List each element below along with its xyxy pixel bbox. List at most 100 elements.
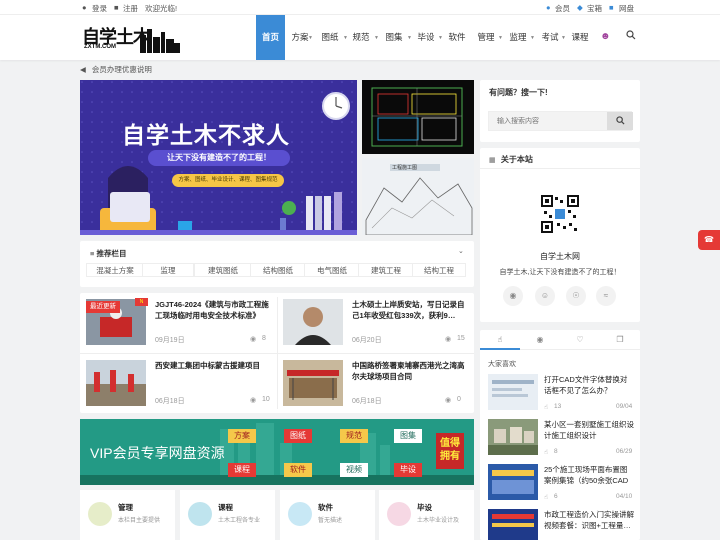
chevron-down-icon[interactable]: ⌄ (458, 247, 464, 255)
vip-banner[interactable]: VIP会员专享网盘资源 方案 图纸 规范 图集 课程 软件 视频 毕设 值得拥有 (80, 419, 474, 485)
tab-copy-icon[interactable]: ❐ (600, 330, 640, 350)
tag-electrical-drawings[interactable]: 电气图纸 (304, 263, 360, 277)
feature-desc: 土木毕业设计及 (417, 518, 460, 524)
list-item-date: 06/29 (616, 448, 633, 455)
post-title[interactable]: JGJT46-2024《建筑与市政工程施工现场临时用电安全技术标准》 (155, 299, 271, 321)
nav-item-specs[interactable]: 规范 (350, 15, 372, 60)
welcome-text: 欢迎光临! (145, 4, 178, 13)
view-count: 0 (457, 396, 461, 403)
top-bar: ● 登录 ■ 注册 欢迎光临! ● 会员 ◆ 宝箱 ■ 网盘 (0, 0, 720, 15)
nav-item-home[interactable]: 首页 (256, 15, 285, 60)
speaker-icon: ◀ (80, 65, 86, 74)
vip-chip-plans[interactable]: 方案 (228, 429, 256, 443)
nav-item-atlas[interactable]: 图集 (383, 15, 405, 60)
netdisk-link[interactable]: 网盘 (619, 3, 634, 14)
divider (80, 353, 474, 354)
feature-card-thesis[interactable]: 毕设 土木毕业设计及 (379, 490, 474, 540)
search-widget: 有问题？搜一下! (480, 80, 640, 142)
vip-chip-atlas[interactable]: 图集 (394, 429, 422, 443)
feature-title: 软件 (318, 503, 333, 512)
feature-title: 管理 (118, 503, 133, 512)
post-title[interactable]: 土木硕士上岸质安站，写日记录自己1年收受红包339次，获利9… (352, 299, 468, 321)
tab-thumbs-up-icon[interactable]: ☝ (480, 330, 520, 350)
wechat-icon[interactable]: ◉ (503, 286, 523, 306)
site-logo[interactable]: 自学土木 ZXTM.COM (82, 23, 180, 53)
weibo-icon[interactable]: ☉ (566, 286, 586, 306)
view-count: 8 (262, 335, 266, 342)
construction-sketch-thumbnail[interactable]: 工程施工图 (362, 158, 474, 235)
nav-item-courses[interactable]: 课程 (569, 15, 591, 60)
eye-icon: ◉ (445, 336, 452, 343)
notice-bar[interactable]: ◀ 会员办理优惠说明 (80, 64, 152, 75)
vip-chip-specs[interactable]: 规范 (340, 429, 368, 443)
banner-headline: 自学土木不求人 (122, 122, 290, 148)
vip-chip-software[interactable]: 软件 (284, 463, 312, 477)
rss-icon[interactable]: ≈ (596, 286, 616, 306)
popular-tabs: ☝ ◉ ♡ ❐ (480, 330, 640, 350)
vip-chip-thesis[interactable]: 毕设 (394, 463, 422, 477)
logo-subtext: ZXTM.COM (84, 44, 116, 50)
float-contact-button[interactable]: ☎ (698, 230, 720, 250)
post-thumbnail (283, 360, 343, 406)
nav-item-exam[interactable]: 考试 (539, 15, 561, 60)
notice-text[interactable]: 会员办理优惠说明 (92, 65, 152, 74)
feature-circle-icon (188, 502, 212, 526)
eye-icon: ◉ (250, 397, 257, 404)
about-widget: ▦ 关于本站 自学土木网 自学土木,让天下没有建造不了的工程！ ◉ ☺ ☉ ≈ (480, 148, 640, 322)
vip-chip-video[interactable]: 视频 (340, 463, 368, 477)
hero-banner[interactable]: 自学土木不求人 让天下没有建造不了的工程！ 方案、图纸、毕业设计、课程、图集规范 (80, 80, 357, 235)
feature-card-courses[interactable]: 课程 土木工程各专业 (180, 490, 275, 540)
feature-card-software[interactable]: 软件 暂无描述 (280, 490, 375, 540)
tag-building-engineering[interactable]: 建筑工程 (358, 263, 414, 277)
list-item-title[interactable]: 25个施工现场平面布置图案例集锦（约50余张CAD图… (544, 464, 634, 486)
list-item-title[interactable]: 市政工程造价入门实操讲解视频套餐：识图+工程量… (544, 509, 634, 531)
list-item-date: 09/04 (616, 403, 633, 410)
register-link[interactable]: 注册 (123, 3, 138, 14)
tab-eye-icon[interactable]: ◉ (520, 330, 560, 350)
post-thumbnail (86, 360, 146, 406)
cad-drawing-thumbnail[interactable] (362, 80, 474, 154)
post-title[interactable]: 西安建工集团中标蒙古援建项目 (155, 360, 271, 382)
qq-icon[interactable]: ☺ (535, 286, 555, 306)
tag-concrete-plan[interactable]: 混凝土方案 (86, 263, 144, 277)
divider (480, 168, 640, 169)
nav-item-thesis[interactable]: 毕设 (415, 15, 437, 60)
user-icon: ● (82, 3, 87, 12)
treasure-link[interactable]: 宝箱 (587, 3, 602, 14)
list-item-date: 04/10 (616, 493, 633, 500)
search-button[interactable] (607, 112, 633, 130)
tag-building-drawings[interactable]: 建筑图纸 (194, 263, 252, 277)
vip-chip-drawings[interactable]: 图纸 (284, 429, 312, 443)
tag-supervision[interactable]: 监理 (142, 263, 194, 277)
posts-grid: 最近更新 N JGJT46-2024《建筑与市政工程施工现场临时用电安全技术标准… (80, 293, 474, 413)
list-thumbnail (488, 374, 538, 410)
tag-structure-engineering[interactable]: 结构工程 (412, 263, 466, 277)
nav-item-drawings[interactable]: 图纸 (319, 15, 341, 60)
post-date: 06月20日 (352, 337, 382, 344)
list-item-count: 6 (554, 493, 558, 500)
search-icon[interactable] (626, 30, 636, 42)
feature-card-management[interactable]: 管理 本栏目主要提供 (80, 490, 175, 540)
eye-icon: ◉ (250, 336, 257, 343)
list-item-title[interactable]: 某小区一套别墅施工组织设计施工组织设计 (544, 419, 634, 441)
chevron-down-icon: ▼ (561, 35, 566, 41)
list-icon: ≡ (90, 249, 95, 258)
list-item-count: 8 (554, 448, 558, 455)
nav-item-software[interactable]: 软件 (446, 15, 468, 60)
member-link[interactable]: 会员 (555, 3, 570, 14)
like-icon: ☝ (544, 404, 548, 411)
post-title[interactable]: 中国路桥签署柬埔寨西港光之湾高尔夫球场项目合同 (352, 360, 468, 382)
tag-structure-drawings[interactable]: 结构图纸 (250, 263, 306, 277)
tab-heart-icon[interactable]: ♡ (560, 330, 600, 350)
feature-circle-icon (88, 502, 112, 526)
nav-item-supervision[interactable]: 监理 (507, 15, 529, 60)
nav-item-management[interactable]: 管理 (475, 15, 497, 60)
vip-chip-courses[interactable]: 课程 (228, 463, 256, 477)
list-item-title[interactable]: 打开CAD文件字体替换对话框不见了怎么办？ (544, 374, 634, 396)
chevron-down-icon: ▼ (407, 35, 412, 41)
search-input[interactable] (489, 112, 607, 130)
user-profile-icon[interactable]: ☻ (600, 31, 611, 42)
vip-cta[interactable]: 值得拥有 (436, 433, 464, 469)
header: 自学土木 ZXTM.COM 首页 方案 图纸 规范 图集 毕设 软件 管理 监理… (0, 15, 720, 60)
login-link[interactable]: 登录 (92, 3, 107, 14)
